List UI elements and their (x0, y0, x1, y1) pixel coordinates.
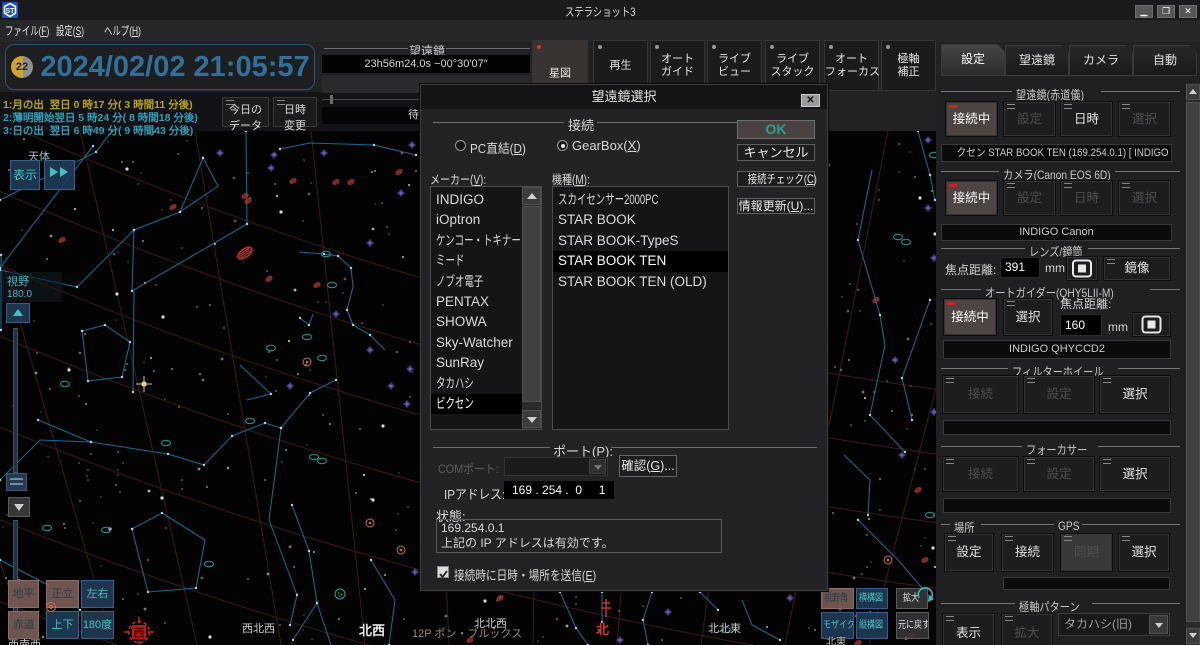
svg-text:西: 西 (134, 627, 145, 640)
